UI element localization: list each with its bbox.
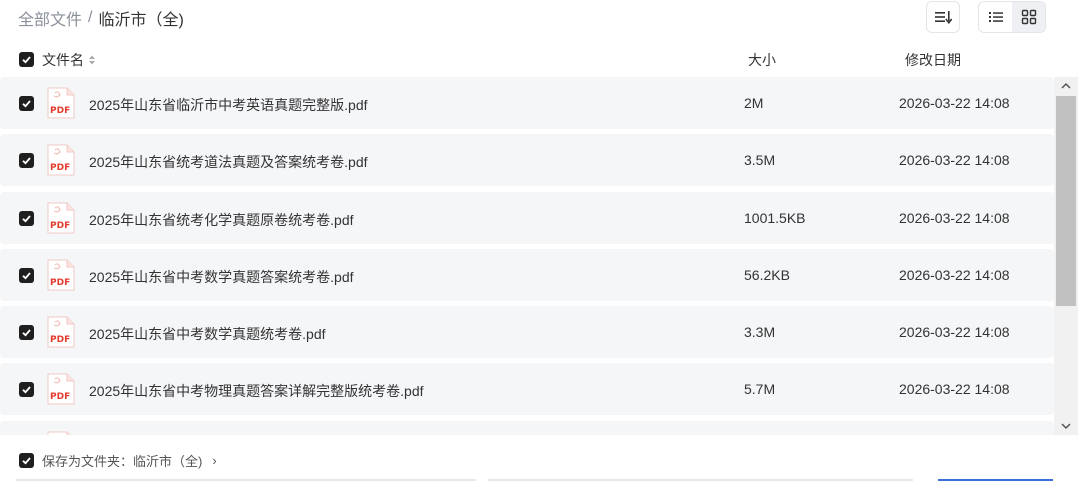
check-icon (22, 457, 31, 465)
check-icon (22, 215, 31, 223)
svg-text:PDF: PDF (50, 392, 70, 402)
breadcrumb-separator: / (88, 9, 93, 26)
svg-text:PDF: PDF (50, 163, 70, 173)
name-column-label: 文件名 (42, 52, 84, 68)
date-column-header[interactable]: 修改日期 (905, 50, 961, 70)
view-toggle (978, 1, 1046, 33)
file-name: 2025年山东省中考数学真题答案统考卷.pdf (89, 268, 354, 285)
file-size: 2M (744, 95, 764, 111)
pdf-file-icon: PDF (47, 373, 75, 405)
file-date: 2026-03-22 14:08 (899, 209, 1010, 226)
check-icon (22, 272, 31, 280)
save-as-folder-option[interactable]: 保存为文件夹：临沂市（全) › (42, 451, 217, 470)
sort-list-icon (935, 11, 952, 24)
chevron-down-icon (1061, 423, 1071, 430)
size-column-header[interactable]: 大小 (748, 50, 776, 70)
file-row-checkbox[interactable] (19, 267, 34, 283)
grid-view-button[interactable] (1012, 2, 1045, 32)
check-icon (22, 157, 31, 165)
file-row[interactable]: PDF 2025年山东省统考化学真题原卷统考卷.pdf 1001.5KB 202… (0, 191, 1054, 244)
file-row[interactable]: PDF (0, 420, 1054, 435)
pdf-file-icon: PDF (47, 431, 71, 435)
grid-view-icon (1021, 9, 1036, 25)
breadcrumb-root-link[interactable]: 全部文件 (18, 6, 82, 30)
sort-button[interactable] (926, 1, 960, 33)
check-icon (22, 56, 31, 64)
svg-text:PDF: PDF (50, 335, 70, 345)
sort-arrows-icon (89, 55, 95, 65)
svg-text:PDF: PDF (50, 221, 70, 231)
file-row[interactable]: PDF 2025年山东省临沂市中考英语真题完整版.pdf 2M 2026-03-… (0, 77, 1054, 129)
file-size: 3.5M (744, 152, 776, 169)
pdf-file-icon: PDF (47, 316, 75, 348)
check-icon (22, 100, 31, 108)
chevron-right-icon: › (212, 453, 217, 468)
scroll-down-button[interactable] (1054, 418, 1078, 435)
file-list: PDF 2025年山东省临沂市中考英语真题完整版.pdf 2M 2026-03-… (0, 77, 1054, 435)
scrollbar-thumb[interactable] (1056, 96, 1076, 306)
select-all-checkbox[interactable] (19, 52, 34, 67)
list-view-button[interactable] (979, 2, 1012, 32)
pdf-file-icon: PDF (47, 259, 75, 291)
save-as-folder-checkbox[interactable] (19, 453, 34, 468)
svg-text:PDF: PDF (50, 278, 70, 288)
footer-bar: 保存为文件夹：临沂市（全) › (0, 436, 1080, 481)
pdf-file-icon: PDF (47, 202, 75, 234)
vertical-scrollbar[interactable] (1054, 77, 1078, 435)
check-icon (22, 386, 31, 394)
file-list-header: 文件名 大小 修改日期 (0, 44, 1054, 74)
file-date: 2026-03-22 14:08 (899, 95, 1010, 111)
check-icon (22, 329, 31, 337)
pdf-file-icon: PDF (47, 87, 75, 119)
file-date: 2026-03-22 14:08 (899, 324, 1010, 341)
file-row-checkbox[interactable] (19, 382, 34, 398)
file-size: 56.2KB (744, 266, 790, 283)
file-row-checkbox[interactable] (19, 96, 34, 111)
svg-text:PDF: PDF (50, 106, 70, 116)
file-name: 2025年山东省统考化学真题原卷统考卷.pdf (89, 211, 354, 228)
breadcrumb: 全部文件 / 临沂市（全) (18, 6, 184, 30)
file-name: 2025年山东省临沂市中考英语真题完整版.pdf (89, 97, 368, 113)
file-name: 2025年山东省统考道法真题及答案统考卷.pdf (89, 154, 368, 171)
scroll-up-button[interactable] (1054, 77, 1078, 94)
file-size: 5.7M (744, 381, 776, 398)
file-row[interactable]: PDF 2025年山东省统考道法真题及答案统考卷.pdf 3.5M 2026-0… (0, 134, 1054, 187)
save-as-folder-label: 保存为文件夹：临沂市（全) (42, 454, 203, 469)
file-row-checkbox[interactable] (19, 153, 34, 169)
file-row-checkbox[interactable] (19, 325, 34, 341)
file-date: 2026-03-22 14:08 (899, 266, 1010, 283)
file-date: 2026-03-22 14:08 (899, 381, 1010, 398)
pdf-file-icon: PDF (47, 144, 75, 176)
file-name: 2025年山东省中考物理真题答案详解完整版统考卷.pdf (89, 383, 424, 400)
file-size: 1001.5KB (744, 209, 806, 226)
file-date: 2026-03-22 14:08 (899, 152, 1010, 169)
chevron-up-icon (1061, 82, 1071, 89)
file-size: 3.3M (744, 324, 776, 341)
file-row-checkbox[interactable] (19, 210, 34, 226)
file-row[interactable]: PDF 2025年山东省中考物理真题答案详解完整版统考卷.pdf 5.7M 20… (0, 363, 1054, 416)
file-name: 2025年山东省中考数学真题统考卷.pdf (89, 326, 326, 343)
breadcrumb-current: 临沂市（全) (98, 12, 184, 29)
list-view-icon (988, 12, 1003, 22)
file-row[interactable]: PDF 2025年山东省中考数学真题统考卷.pdf 3.3M 2026-03-2… (0, 306, 1054, 359)
name-column-header[interactable]: 文件名 (42, 50, 96, 70)
file-row[interactable]: PDF 2025年山东省中考数学真题答案统考卷.pdf 56.2KB 2026-… (0, 248, 1054, 301)
